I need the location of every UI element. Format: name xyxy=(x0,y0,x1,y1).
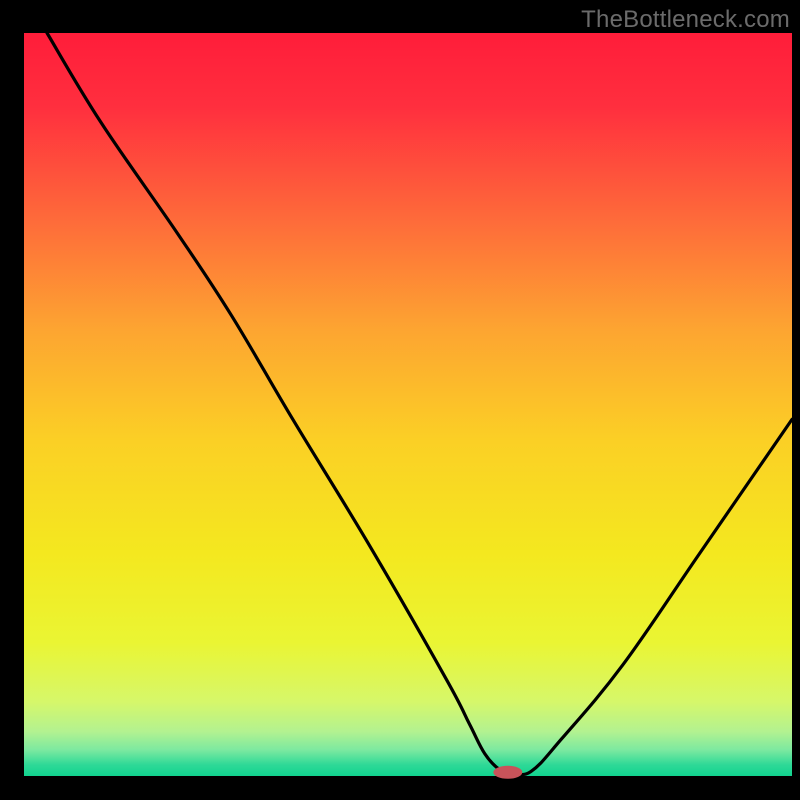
watermark-text: TheBottleneck.com xyxy=(581,6,790,34)
sweet-spot-marker xyxy=(494,766,522,778)
plot-area xyxy=(24,33,792,776)
bottleneck-chart xyxy=(0,0,800,800)
chart-frame: TheBottleneck.com xyxy=(0,0,800,800)
